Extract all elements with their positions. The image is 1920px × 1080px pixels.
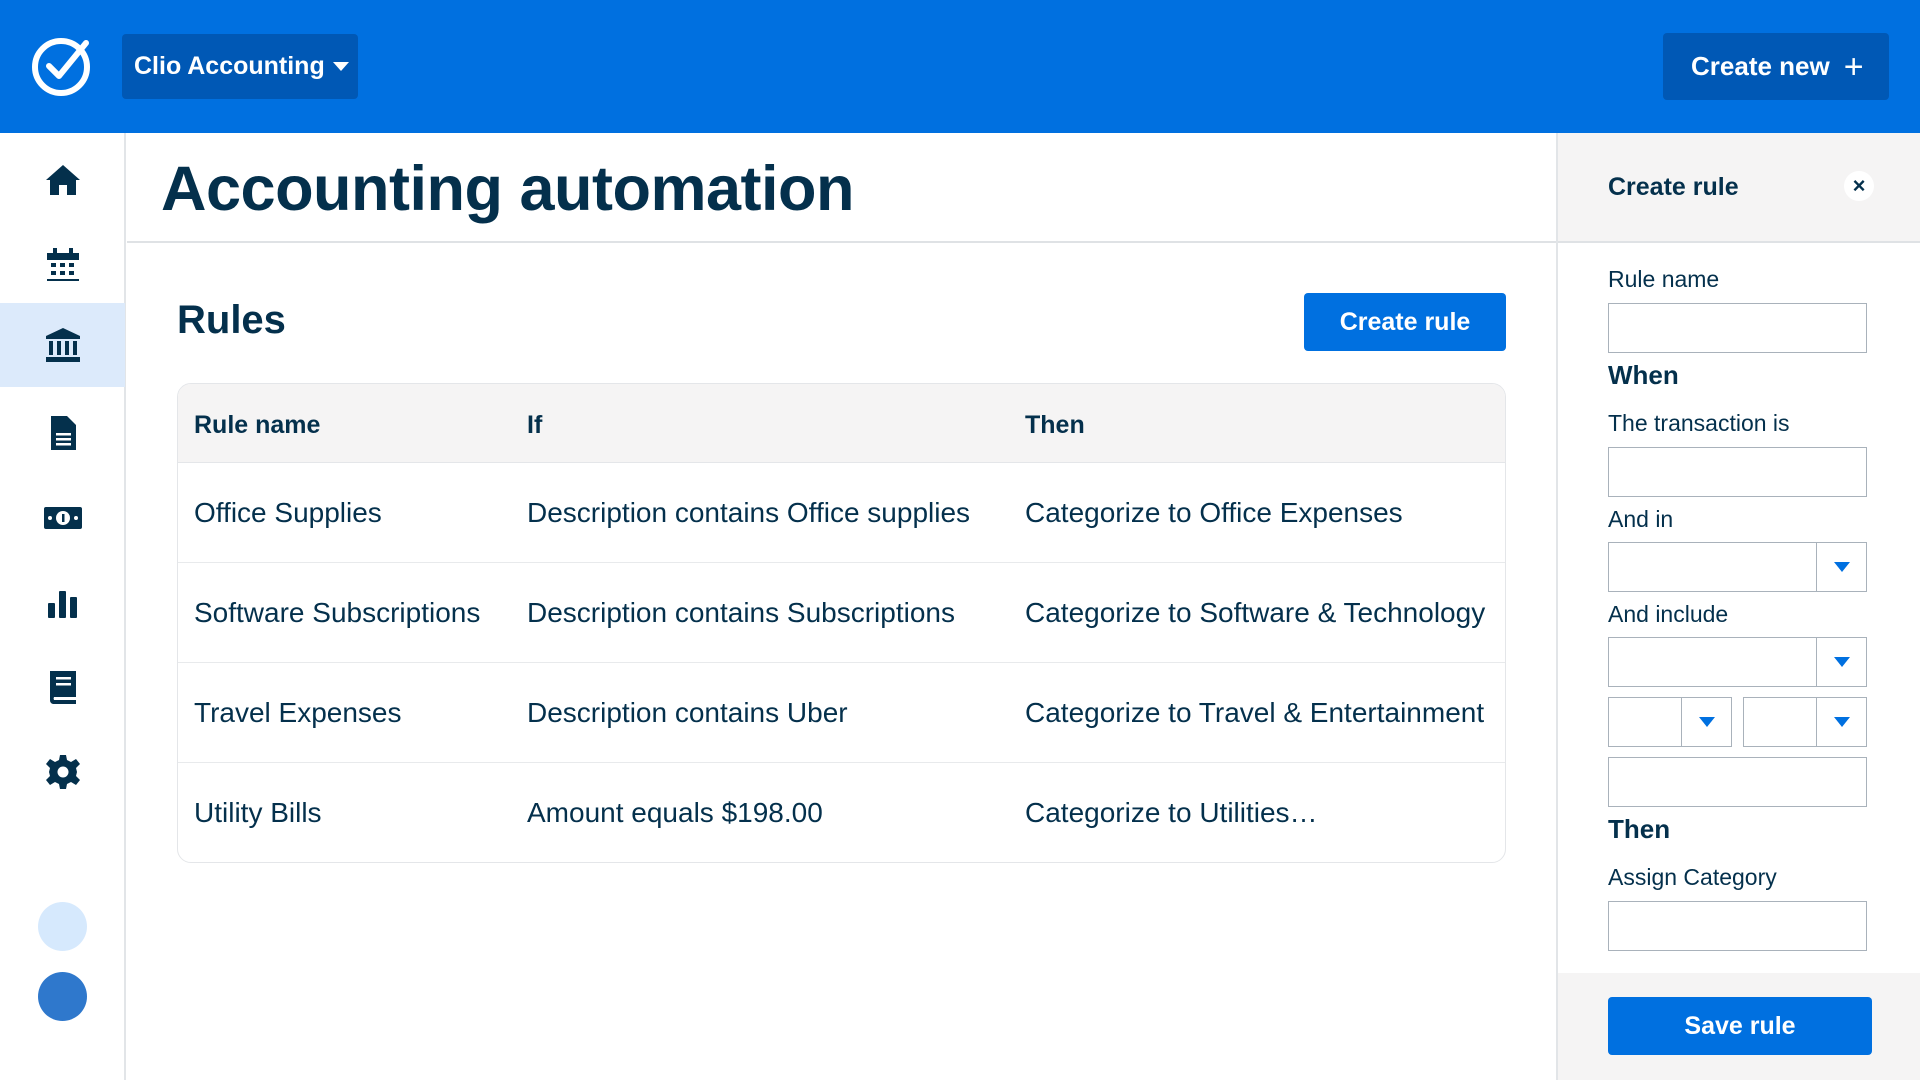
rule-name-input[interactable]: [1608, 303, 1867, 353]
cell-then: Categorize to Travel & Entertainment: [1025, 697, 1485, 728]
table-row[interactable]: Software Subscriptions Description conta…: [178, 563, 1505, 663]
include-value-input[interactable]: [1608, 757, 1867, 807]
rules-table: Rule name If Then Office Supplies Descri…: [177, 383, 1506, 863]
nav-ledger[interactable]: [0, 645, 125, 729]
nav-reports[interactable]: [0, 561, 125, 645]
table-row[interactable]: Utility Bills Amount equals $198.00 Cate…: [178, 763, 1505, 862]
and-include-label: And include: [1608, 601, 1729, 627]
nav-documents[interactable]: [0, 391, 125, 475]
plus-icon: +: [1843, 47, 1864, 86]
help-avatar[interactable]: [38, 902, 87, 951]
and-in-label: And in: [1608, 506, 1674, 532]
home-icon: [45, 165, 80, 195]
save-rule-button[interactable]: Save rule: [1608, 997, 1872, 1055]
create-new-button[interactable]: Create new +: [1663, 33, 1889, 100]
when-heading: When: [1608, 360, 1679, 390]
dropdown-arrow-icon: [1681, 698, 1731, 746]
column-header-then[interactable]: Then: [1025, 411, 1500, 440]
assign-category-input[interactable]: [1608, 901, 1867, 951]
document-icon: [50, 416, 76, 450]
then-heading: Then: [1608, 814, 1671, 844]
org-switcher[interactable]: Clio Accounting: [122, 34, 358, 99]
cell-then: Categorize to Utilities…: [1025, 797, 1318, 828]
create-new-label: Create new: [1691, 51, 1830, 81]
column-header-if[interactable]: If: [527, 411, 1007, 440]
cell-rule-name: Software Subscriptions: [194, 597, 481, 628]
panel-title: Create rule: [1608, 173, 1739, 201]
and-in-select[interactable]: [1608, 542, 1867, 592]
top-bar: Clio Accounting Create new +: [0, 0, 1920, 133]
reports-icon: [47, 591, 77, 618]
cell-if: Description contains Office supplies: [527, 497, 971, 528]
org-name: Clio Accounting: [134, 52, 325, 80]
create-rule-panel: Create rule × Rule name When The transac…: [1556, 133, 1920, 1080]
user-avatar[interactable]: [38, 972, 87, 1021]
table-header: Rule name If Then: [178, 384, 1505, 463]
include-operator-select[interactable]: [1743, 697, 1867, 747]
gear-icon: [45, 755, 80, 789]
assign-category-label: Assign Category: [1608, 864, 1777, 890]
cell-rule-name: Travel Expenses: [194, 697, 402, 728]
cell-if: Description contains Subscriptions: [527, 597, 955, 628]
page-title: Accounting automation: [161, 154, 854, 224]
dropdown-arrow-icon: [1816, 638, 1866, 686]
close-icon[interactable]: ×: [1844, 171, 1874, 201]
dropdown-arrow-icon: [1816, 698, 1866, 746]
cell-then: Categorize to Software & Technology: [1025, 597, 1486, 628]
include-field-select[interactable]: [1608, 697, 1732, 747]
bank-icon: [45, 328, 80, 362]
rules-heading: Rules: [177, 298, 286, 342]
cell-if: Description contains Uber: [527, 697, 848, 728]
page-header: Accounting automation: [127, 133, 1556, 243]
nav-home[interactable]: [0, 138, 125, 222]
nav-billing[interactable]: [0, 476, 125, 560]
create-rule-button[interactable]: Create rule: [1304, 293, 1506, 351]
cell-rule-name: Office Supplies: [194, 497, 382, 528]
check-badge-icon[interactable]: [29, 33, 95, 99]
rule-name-label: Rule name: [1608, 266, 1720, 292]
cell-then: Categorize to Office Expenses: [1025, 497, 1403, 528]
and-include-select[interactable]: [1608, 637, 1867, 687]
transaction-input[interactable]: [1608, 447, 1867, 497]
nav-settings[interactable]: [0, 730, 125, 814]
nav-calendar[interactable]: [0, 223, 125, 307]
left-nav: [0, 133, 126, 1080]
transaction-label: The transaction is: [1608, 410, 1790, 436]
table-row[interactable]: Office Supplies Description contains Off…: [178, 463, 1505, 563]
calendar-icon: [46, 248, 79, 281]
panel-header: Create rule ×: [1558, 133, 1920, 243]
column-header-rule-name[interactable]: Rule name: [194, 411, 514, 440]
money-icon: [43, 507, 82, 529]
book-icon: [49, 671, 76, 704]
nav-banking[interactable]: [0, 303, 125, 387]
caret-down-icon: [332, 62, 349, 71]
cell-rule-name: Utility Bills: [194, 797, 322, 828]
dropdown-arrow-icon: [1816, 543, 1866, 591]
cell-if: Amount equals $198.00: [527, 797, 823, 828]
table-row[interactable]: Travel Expenses Description contains Ube…: [178, 663, 1505, 763]
